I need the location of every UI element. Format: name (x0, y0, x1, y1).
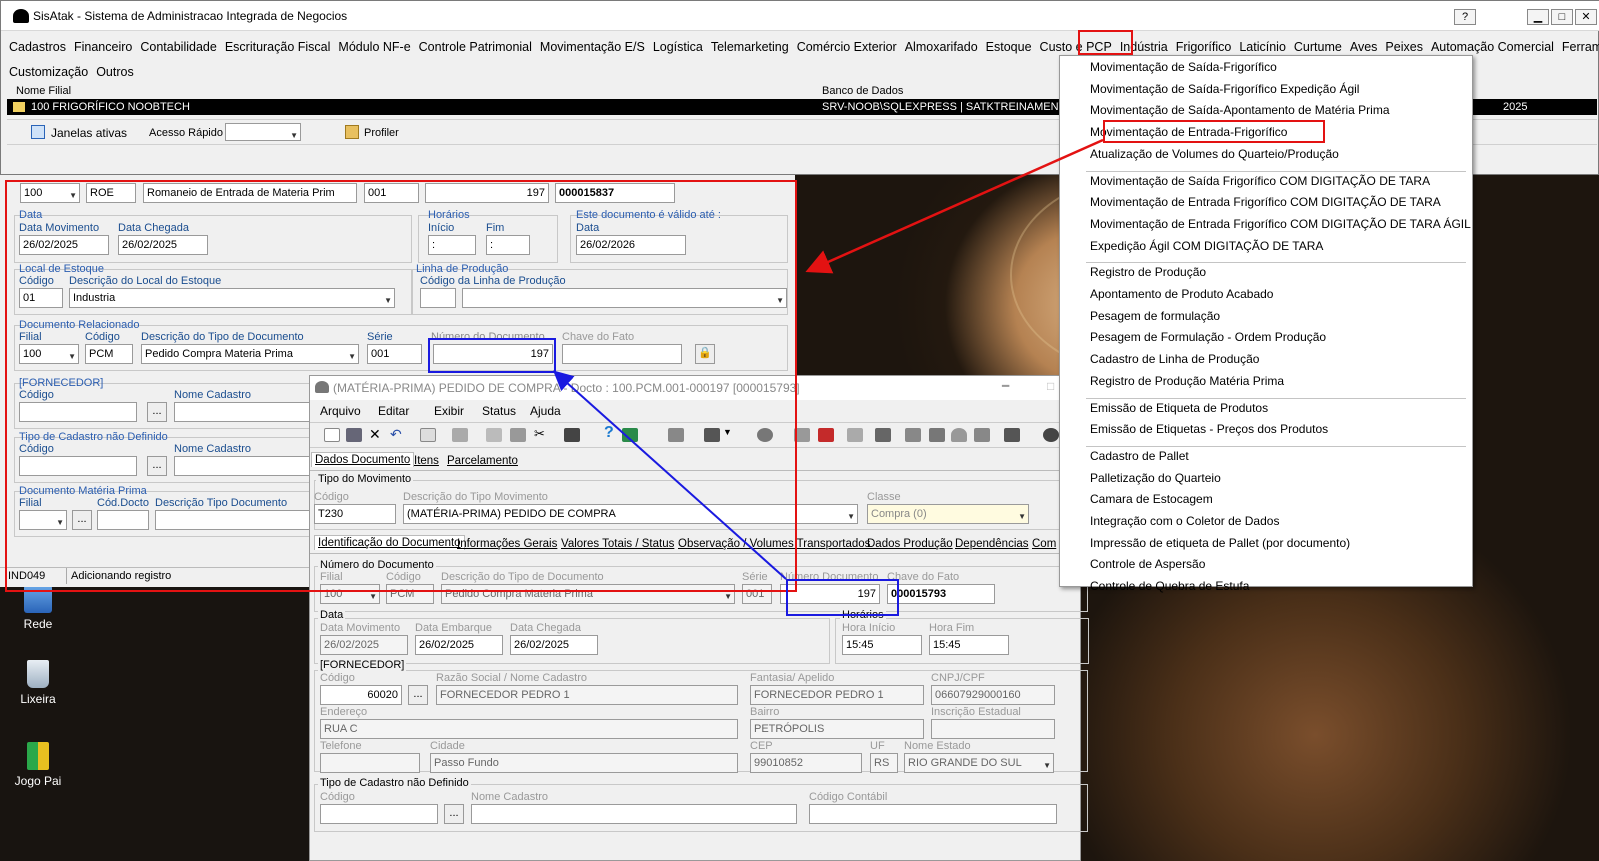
annotation-arrows (553, 138, 1104, 580)
red-arrow (805, 138, 1104, 274)
blue-arrow (553, 370, 787, 580)
